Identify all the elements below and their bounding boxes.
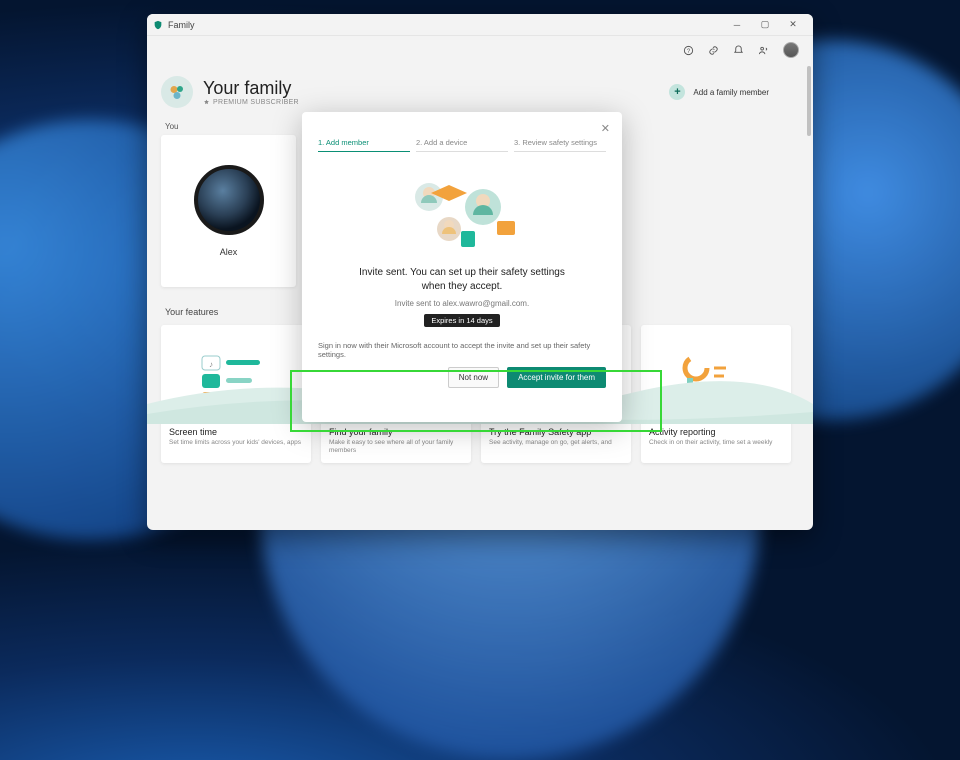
window-close-button[interactable]: ✕ — [779, 19, 807, 30]
expiry-badge: Expires in 14 days — [424, 314, 499, 327]
you-avatar — [194, 165, 264, 235]
you-card[interactable]: Alex — [161, 135, 296, 287]
add-family-member-button[interactable]: + Add a family member — [669, 84, 769, 100]
plus-icon: + — [669, 84, 685, 100]
not-now-button[interactable]: Not now — [448, 367, 499, 388]
window-title: Family — [168, 20, 195, 30]
svg-text:♪: ♪ — [209, 360, 213, 369]
user-avatar[interactable] — [783, 42, 799, 58]
modal-close-button[interactable]: ✕ — [601, 122, 610, 135]
step-add-device[interactable]: 2. Add a device — [416, 138, 508, 152]
invite-sent-modal: ✕ 1. Add member 2. Add a device 3. Revie… — [302, 112, 622, 422]
feature-card-screen-time[interactable]: ♪ Screen time Set time limits across you… — [161, 325, 311, 463]
window-maximize-button[interactable]: ▢ — [751, 19, 779, 30]
step-add-member[interactable]: 1. Add member — [318, 138, 410, 152]
page-title: Your family — [203, 78, 299, 99]
signin-hint: Sign in now with their Microsoft account… — [318, 341, 606, 359]
accept-invite-button[interactable]: Accept invite for them — [507, 367, 606, 388]
link-icon[interactable] — [708, 45, 719, 56]
notification-icon[interactable] — [733, 45, 744, 56]
app-icon — [153, 20, 163, 30]
feature-card-activity[interactable]: Activity reporting Check in on their act… — [641, 325, 791, 463]
window-minimize-button[interactable]: ─ — [723, 20, 751, 30]
modal-title: Invite sent. You can set up their safety… — [318, 266, 606, 293]
subscriber-badge: PREMIUM SUBSCRIBER — [203, 99, 299, 106]
step-review-safety[interactable]: 3. Review safety settings — [514, 138, 606, 152]
help-icon[interactable]: ? — [683, 45, 694, 56]
family-icon — [161, 76, 193, 108]
titlebar: Family ─ ▢ ✕ — [147, 14, 813, 36]
modal-illustration — [318, 168, 606, 258]
you-name: Alex — [220, 247, 238, 257]
toolbar: ? — [147, 36, 813, 64]
people-icon[interactable] — [758, 45, 769, 56]
scrollbar[interactable] — [807, 66, 811, 136]
modal-stepper: 1. Add member 2. Add a device 3. Review … — [318, 138, 606, 152]
modal-sent-to: Invite sent to alex.wawro@gmail.com. — [318, 299, 606, 308]
